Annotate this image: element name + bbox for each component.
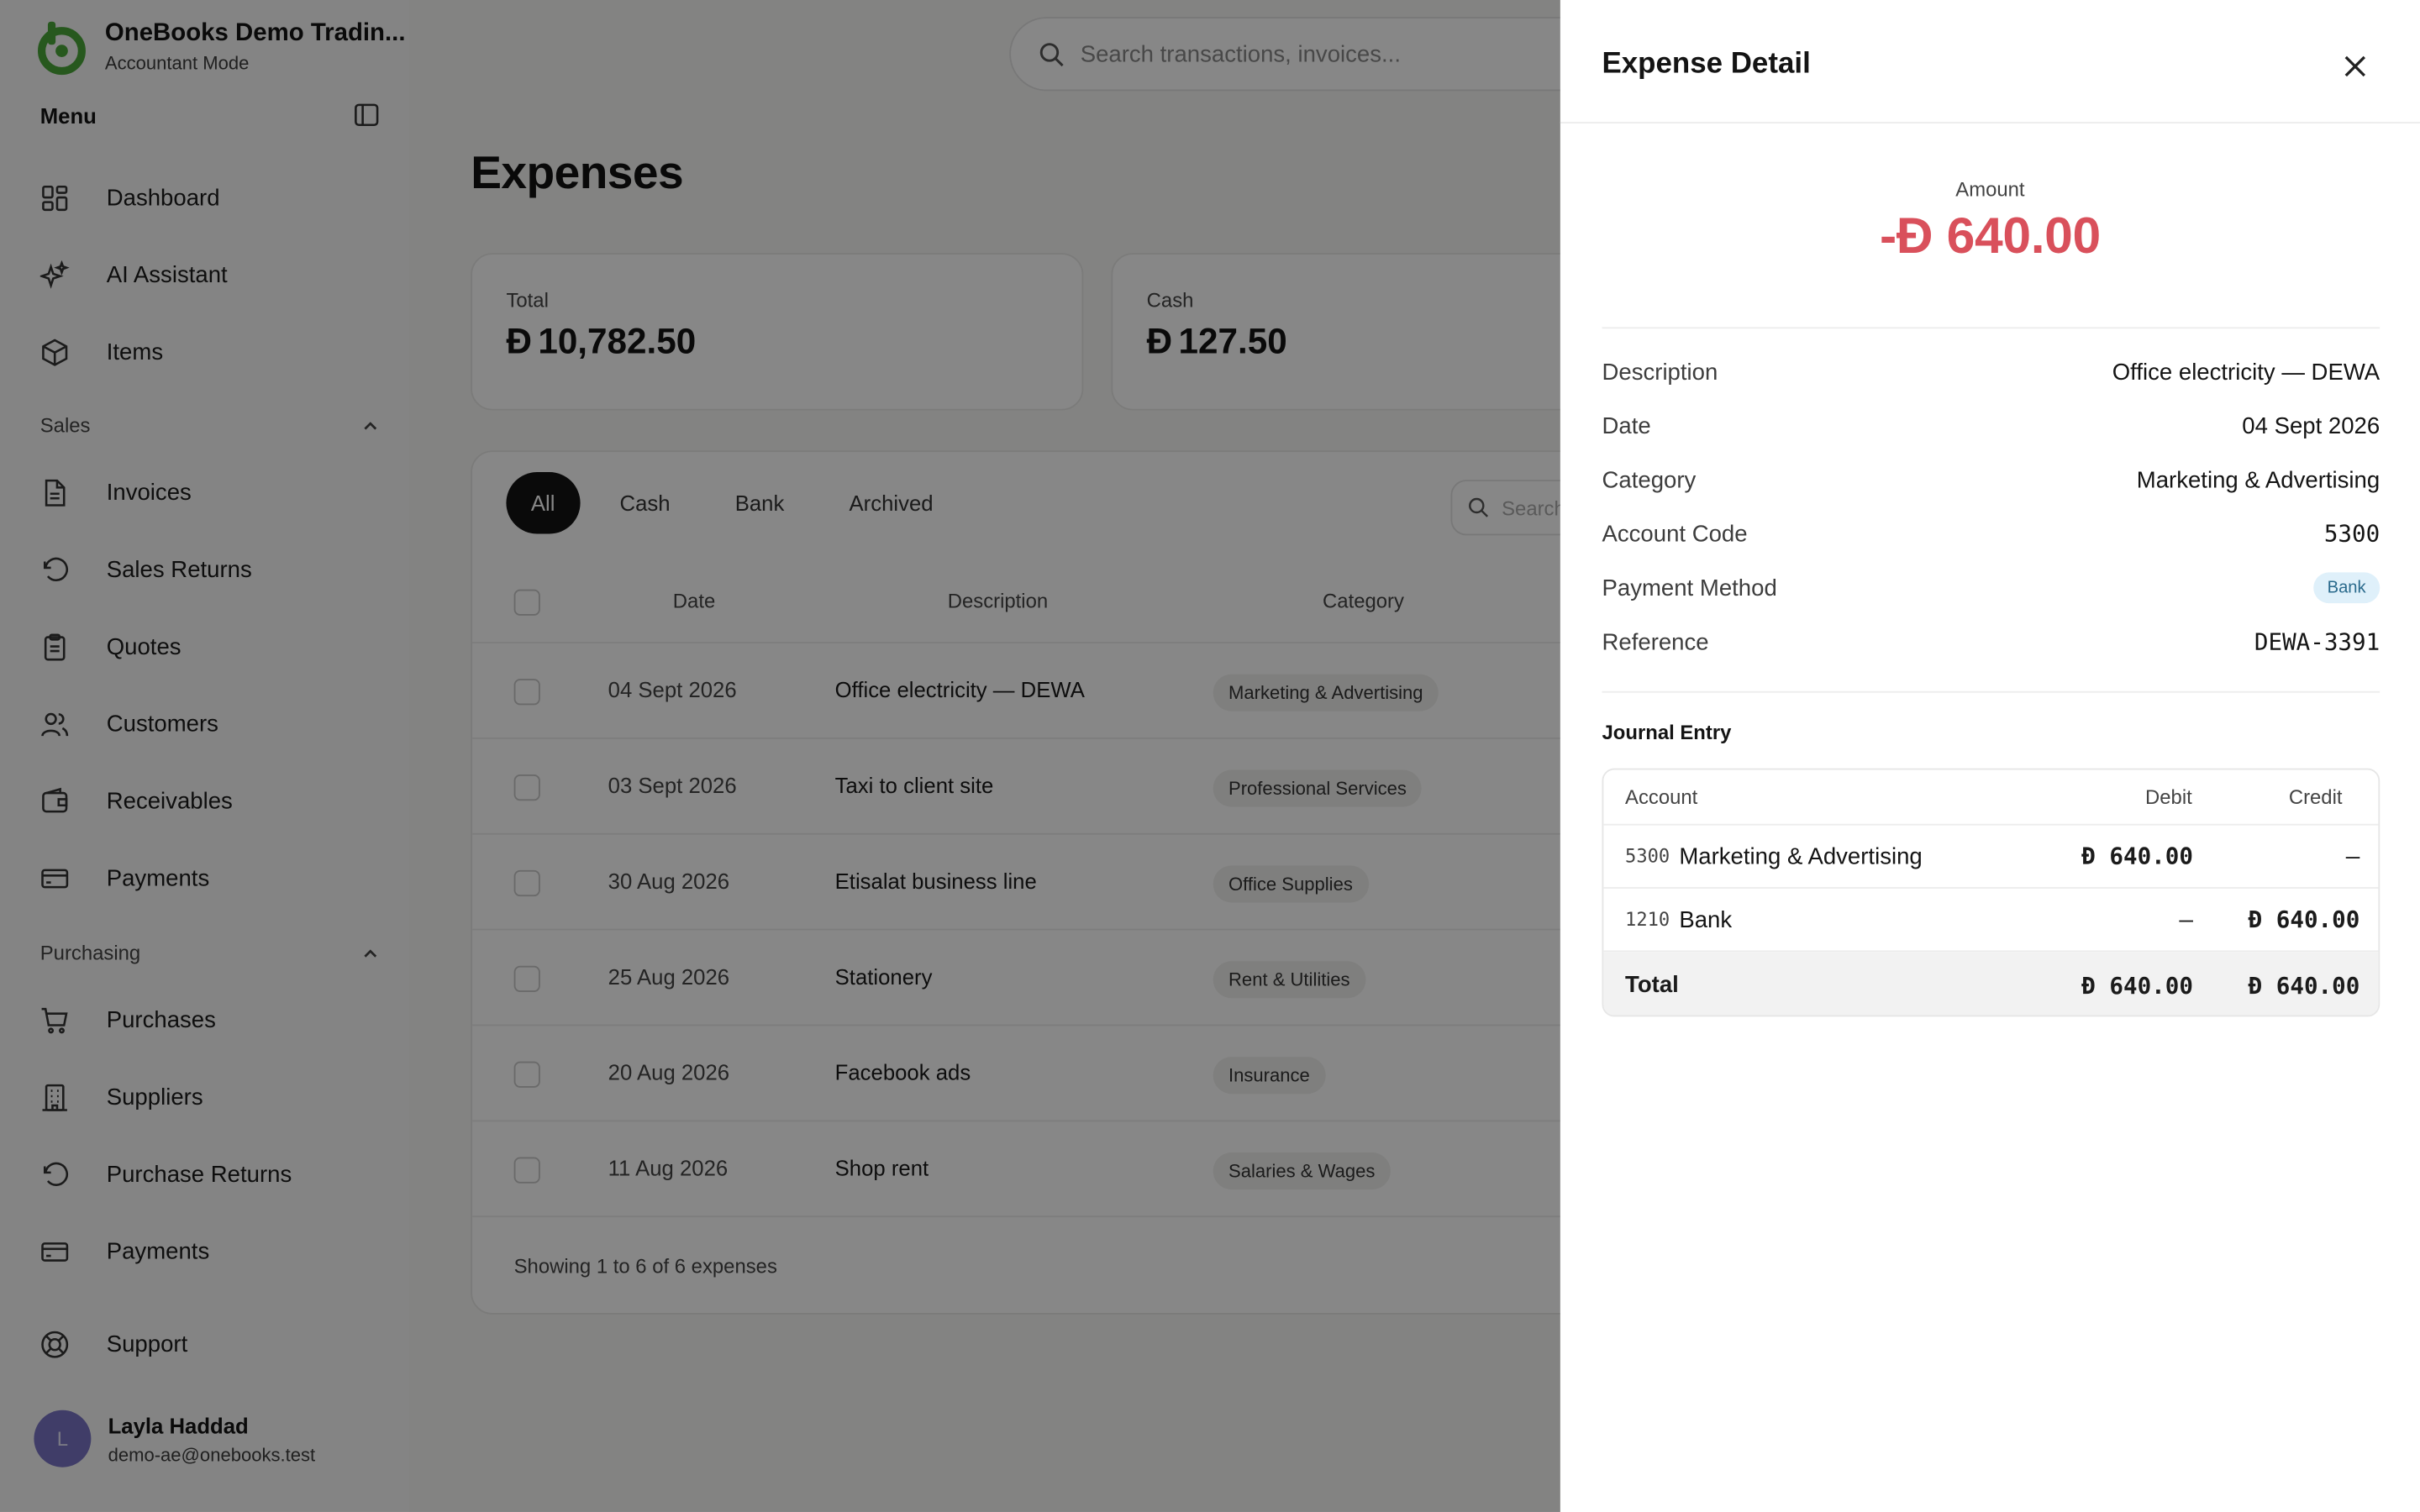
account-code: 5300	[1625, 845, 1670, 868]
detail-label: Category	[1602, 466, 1697, 493]
journal-row: 1210 Bank – Ð 640.00	[1603, 889, 2379, 953]
close-button[interactable]	[2337, 48, 2374, 85]
detail-row-date: Date 04 Sept 2026	[1602, 407, 2380, 444]
detail-label: Account Code	[1602, 520, 1748, 548]
journal-header-row: Account Debit Credit	[1603, 770, 2379, 826]
detail-value: Marketing & Advertising	[2136, 466, 2381, 493]
detail-row-description: Description Office electricity — DEWA	[1602, 354, 2380, 391]
detail-label: Date	[1602, 412, 1651, 439]
detail-value: DEWA-3391	[2254, 627, 2381, 656]
journal-column-account: Account	[1625, 785, 1698, 809]
modal-backdrop[interactable]	[0, 0, 1560, 1512]
divider	[1602, 327, 2381, 329]
detail-value: 04 Sept 2026	[2242, 412, 2381, 439]
total-debit: Ð 640.00	[2081, 971, 2193, 1000]
amount-label: Amount	[1955, 177, 2025, 201]
close-icon	[2344, 55, 2365, 77]
amount-value: -Ð 640.00	[1879, 207, 2101, 265]
detail-row-account-code: Account Code 5300	[1602, 515, 2380, 552]
expense-detail-drawer: Expense Detail Amount -Ð 640.00 Descript…	[1560, 0, 2420, 1512]
journal-row: 5300 Marketing & Advertising Ð 640.00 –	[1603, 826, 2379, 889]
credit-amount: –	[2345, 842, 2360, 870]
journal-column-credit: Credit	[2288, 785, 2343, 809]
journal-total-row: Total Ð 640.00 Ð 640.00	[1603, 952, 2379, 1016]
drawer-header: Expense Detail	[1560, 0, 2420, 123]
account-name: Marketing & Advertising	[1679, 843, 1923, 869]
detail-row-payment-method: Payment Method Bank	[1602, 570, 2381, 606]
debit-amount: Ð 640.00	[2081, 842, 2193, 870]
detail-value: 5300	[2323, 519, 2381, 549]
divider	[1602, 690, 2381, 693]
journal-entry-title: Journal Entry	[1602, 720, 1732, 744]
total-credit: Ð 640.00	[2248, 971, 2360, 1000]
journal-column-debit: Debit	[2145, 785, 2192, 809]
credit-amount: Ð 640.00	[2248, 906, 2360, 934]
payment-method-badge: Bank	[2313, 572, 2381, 604]
debit-amount: –	[2179, 906, 2193, 934]
journal-entry-table: Account Debit Credit 5300 Marketing & Ad…	[1602, 768, 2381, 1017]
detail-row-category: Category Marketing & Advertising	[1602, 461, 2380, 498]
detail-label: Reference	[1602, 628, 1709, 655]
detail-label: Payment Method	[1602, 575, 1777, 601]
detail-row-reference: Reference DEWA-3391	[1602, 623, 2380, 660]
account-code: 1210	[1625, 908, 1670, 931]
total-label: Total	[1625, 972, 1679, 999]
drawer-title: Expense Detail	[1602, 47, 1811, 81]
detail-value: Office electricity — DEWA	[2112, 359, 2381, 386]
account-name: Bank	[1679, 906, 1733, 933]
detail-label: Description	[1602, 359, 1718, 386]
